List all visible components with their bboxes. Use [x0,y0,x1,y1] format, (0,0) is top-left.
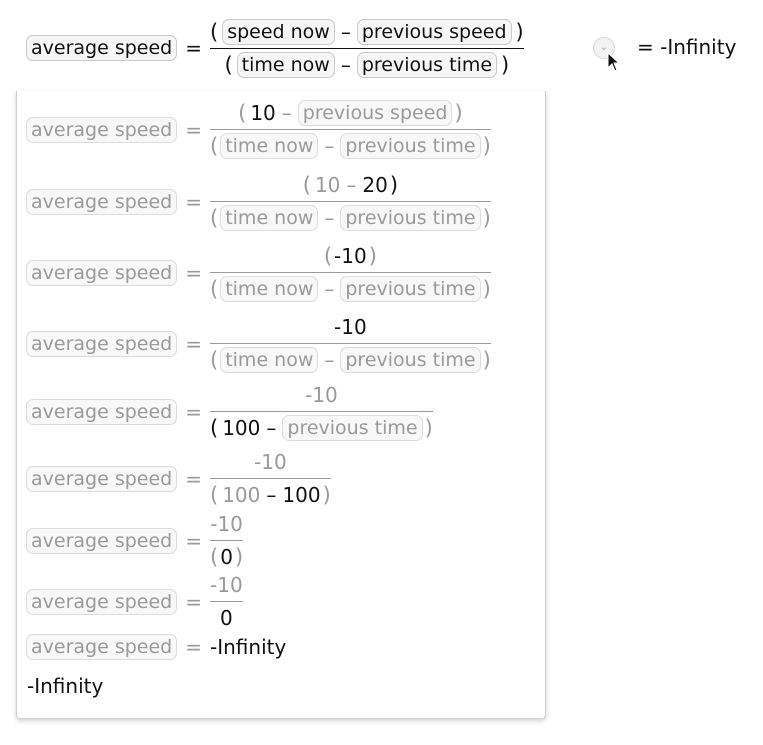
fraction-bar [210,47,524,49]
step-9: average speed = -Infinity [26,634,286,660]
substituted-value: -10 [334,244,367,268]
average-speed-variable[interactable]: average speed [26,588,178,615]
previous-time-variable[interactable]: previous time [340,347,481,373]
time-now-variable[interactable]: time now [220,276,319,302]
substituted-value: 10 [250,101,276,125]
average-speed-variable[interactable]: average speed [26,259,178,286]
time-now-variable[interactable]: time now [236,51,335,78]
substituted-value: 100 [222,416,261,440]
substituted-value: 0 [219,606,233,630]
speed-now-variable[interactable]: speed now [222,18,335,45]
time-now-variable[interactable]: time now [220,347,319,373]
equals-sign: = [185,36,202,60]
previous-time-variable[interactable]: previous time [356,51,498,78]
average-speed-variable[interactable]: average speed [26,465,178,492]
previous-time-variable[interactable]: previous time [340,205,481,231]
step-5: average speed = -10 ( 100 – previous tim… [26,382,433,441]
header-fraction: ( speed now – previous speed ) ( time no… [210,18,524,78]
average-speed-variable[interactable]: average speed [26,35,178,61]
header-result: = -Infinity [637,35,737,59]
substituted-value: 0 [220,545,233,569]
step-8: average speed = -10 0 [26,572,243,631]
time-now-variable[interactable]: time now [220,133,319,159]
average-speed-variable[interactable]: average speed [26,330,178,357]
step-2: average speed = ( 10 – 20 ) ( time now –… [26,172,491,231]
step-7: average speed = -10 ( 0 ) [26,511,244,570]
step-result: -Infinity [210,635,287,659]
step-4: average speed = -10 ( time now – previou… [26,314,491,373]
average-speed-variable[interactable]: average speed [26,634,178,660]
step-6: average speed = -10 ( 100 – 100 ) [26,449,331,508]
average-speed-variable[interactable]: average speed [26,398,178,425]
substituted-value: 20 [362,173,388,197]
substituted-value: 100 [282,483,321,507]
previous-time-variable[interactable]: previous time [282,415,423,441]
previous-time-variable[interactable]: previous time [340,276,481,302]
step-1: average speed = ( 10 – previous speed ) … [26,100,491,159]
step-3: average speed = ( -10 ) ( time now – pre… [26,243,491,302]
final-result: -Infinity [27,674,104,698]
header-equation: average speed = ( speed now – previous s… [26,16,524,80]
time-now-variable[interactable]: time now [220,205,319,231]
average-speed-variable[interactable]: average speed [26,188,178,215]
previous-speed-variable[interactable]: previous speed [297,100,453,126]
average-speed-variable[interactable]: average speed [26,527,178,554]
average-speed-variable[interactable]: average speed [26,116,178,143]
mouse-pointer-icon [607,52,621,72]
previous-time-variable[interactable]: previous time [340,133,481,159]
previous-speed-variable[interactable]: previous speed [356,18,512,45]
substituted-value: -10 [334,315,367,339]
